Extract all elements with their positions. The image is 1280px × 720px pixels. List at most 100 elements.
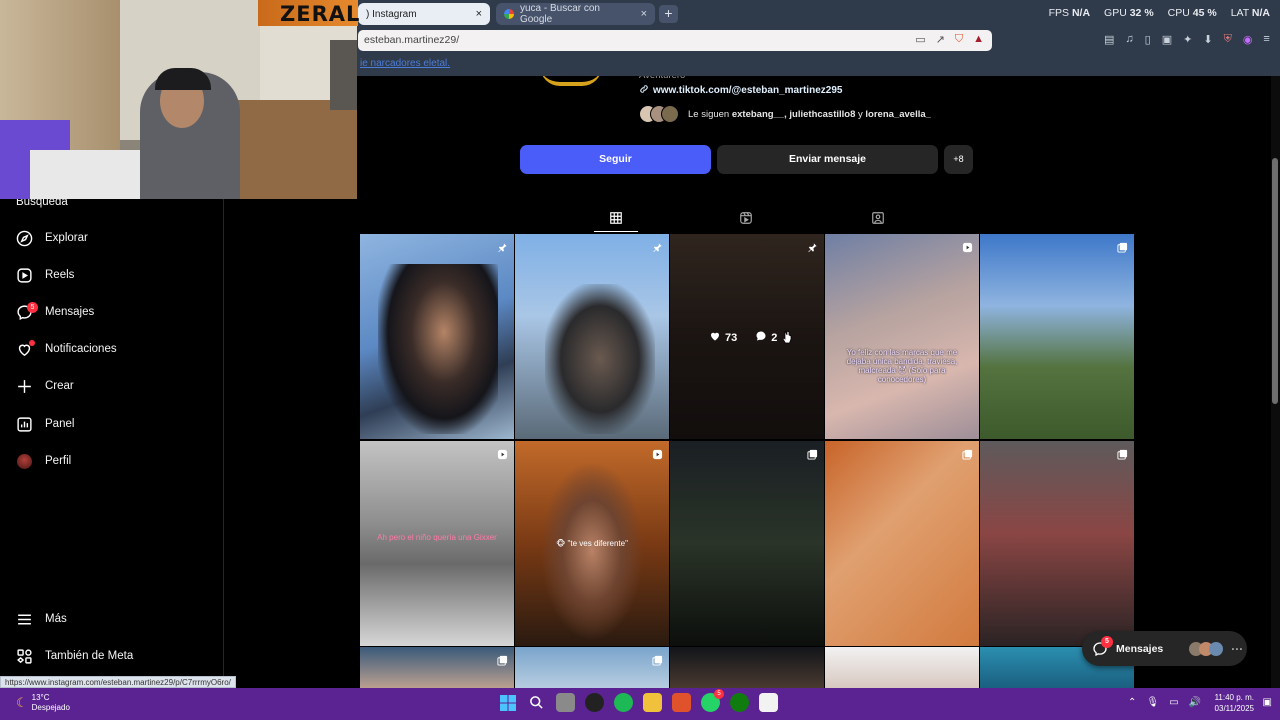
- follow-button[interactable]: Seguir: [520, 145, 711, 174]
- url-text: esteban.martinez29/: [364, 34, 460, 46]
- post-tile[interactable]: Ah pero el niño quería una Gixxer: [360, 441, 514, 646]
- webcam-overlay: [0, 0, 357, 199]
- music-icon[interactable]: ♫: [1125, 33, 1133, 46]
- dashboard-icon: [16, 416, 33, 433]
- post-hover-stats: 73 2: [709, 330, 777, 345]
- active-tab-indicator: [594, 231, 638, 232]
- search-icon[interactable]: [527, 693, 546, 712]
- weather-widget[interactable]: ☾ 13°C Despejado: [16, 693, 70, 713]
- tab-google-search[interactable]: yuca - Buscar con Google ×: [496, 3, 655, 25]
- share-icon[interactable]: ↗: [936, 33, 945, 46]
- microphone-icon[interactable]: 🎙: [1146, 697, 1159, 708]
- snipping-tool-icon[interactable]: [759, 693, 778, 712]
- suggested-accounts-button[interactable]: +8: [944, 145, 973, 174]
- sidebar-item-label: Explorar: [45, 232, 88, 244]
- sidebar-item-reels[interactable]: Reels: [16, 263, 74, 287]
- post-tile[interactable]: [980, 441, 1134, 646]
- vpn-shield-icon[interactable]: ⛨: [1224, 33, 1232, 46]
- address-bar[interactable]: esteban.martinez29/ ▭ ↗ ⛉ ▲: [358, 30, 992, 51]
- profile-external-link[interactable]: www.tiktok.com/@esteban_martinez295: [639, 84, 842, 97]
- post-tile[interactable]: [360, 647, 514, 688]
- notification-dot: [29, 339, 35, 346]
- tab-title: ) Instagram: [366, 8, 417, 20]
- spotify-icon[interactable]: [614, 693, 633, 712]
- tab-title: yuca - Buscar con Google: [519, 3, 600, 25]
- link-icon: [639, 84, 649, 97]
- post-tile[interactable]: [980, 234, 1134, 439]
- tab-instagram[interactable]: ) Instagram ×: [358, 3, 490, 25]
- followed-by[interactable]: Le siguen extebang__, juliethcastillo8 y…: [639, 105, 931, 123]
- link-text: www.tiktok.com/@esteban_martinez295: [653, 85, 843, 96]
- post-tile[interactable]: [515, 647, 669, 688]
- brave-rewards-icon[interactable]: ▲: [973, 33, 984, 46]
- send-message-button[interactable]: Enviar mensaje: [717, 145, 938, 174]
- bookmark-link[interactable]: ie narcadores eletal.: [360, 58, 450, 69]
- pin-icon: [807, 240, 818, 253]
- sidebar-item-messages[interactable]: 5 Mensajes: [16, 300, 94, 324]
- stream-brand-logo: ZERAL: [280, 2, 361, 26]
- whatsapp-icon[interactable]: 5: [701, 689, 724, 712]
- notifications-icon[interactable]: ▣: [1263, 697, 1272, 708]
- more-dots-icon: ···: [1231, 641, 1244, 656]
- close-tab-icon[interactable]: ×: [476, 8, 482, 20]
- reels-icon: [739, 211, 753, 230]
- sidebar-item-create[interactable]: Crear: [16, 374, 74, 398]
- sidebar-item-profile[interactable]: Perfil: [16, 449, 71, 473]
- wallet-icon[interactable]: ▣: [1162, 33, 1172, 46]
- sidebar-item-label: Panel: [45, 418, 75, 430]
- tab-posts[interactable]: [594, 208, 638, 232]
- post-tile[interactable]: [825, 647, 979, 688]
- post-tile[interactable]: [670, 441, 824, 646]
- unread-badge: 5: [714, 689, 724, 699]
- messages-label: Mensajes: [1116, 642, 1164, 655]
- sidebar-item-meta[interactable]: También de Meta: [16, 644, 133, 668]
- conversation-avatars: [1189, 641, 1224, 656]
- download-icon[interactable]: ⬇: [1203, 33, 1212, 46]
- likes-count: 73: [725, 331, 738, 344]
- post-caption: Ah pero el niño quería una Gixxer: [377, 533, 497, 542]
- task-view-icon[interactable]: [556, 693, 575, 712]
- post-tile[interactable]: [515, 234, 669, 439]
- obs-icon[interactable]: [585, 693, 604, 712]
- sidebar-item-more[interactable]: Más: [16, 607, 67, 631]
- new-tab-button[interactable]: +: [659, 5, 678, 23]
- heart-filled-icon: [709, 330, 721, 345]
- brave-shield-icon[interactable]: ⛉: [955, 33, 963, 46]
- carousel-icon: [962, 447, 973, 460]
- post-tile[interactable]: Yo feliz con las marcas que me dejaba ún…: [825, 234, 979, 439]
- tab-reels[interactable]: [724, 208, 768, 232]
- system-clock[interactable]: 11:40 p. m. 03/11/2025: [1215, 692, 1254, 714]
- puzzle-extensions-icon[interactable]: ✦: [1183, 33, 1192, 46]
- xbox-icon[interactable]: [730, 693, 749, 712]
- post-tile[interactable]: [670, 647, 824, 688]
- tab-tagged[interactable]: [856, 208, 900, 232]
- post-tile[interactable]: [825, 441, 979, 646]
- unread-badge: 5: [27, 301, 38, 313]
- add-person-icon: +8: [953, 154, 964, 164]
- post-tile[interactable]: 🐵 "te ves diferente": [515, 441, 669, 646]
- brave-browser-icon[interactable]: [672, 693, 691, 712]
- close-tab-icon[interactable]: ×: [641, 8, 647, 20]
- messages-floating-button[interactable]: 5 Mensajes ···: [1082, 631, 1247, 666]
- pin-icon: [652, 240, 663, 253]
- sidebar-item-dashboard[interactable]: Panel: [16, 412, 74, 436]
- sidebar-toggle-icon[interactable]: ▤: [1104, 33, 1114, 46]
- reading-list-icon[interactable]: ▯: [1145, 33, 1151, 46]
- network-icon[interactable]: ▭: [1169, 697, 1178, 708]
- post-tile[interactable]: [360, 234, 514, 439]
- sidebar-item-explore[interactable]: Explorar: [16, 226, 88, 250]
- screen-cast-icon[interactable]: ▭: [915, 33, 925, 46]
- chevron-up-icon[interactable]: ⌃: [1128, 697, 1136, 708]
- brave-leo-icon[interactable]: ◉: [1243, 33, 1253, 46]
- scrollbar-thumb[interactable]: [1272, 158, 1278, 404]
- comment-filled-icon: [755, 330, 767, 345]
- file-explorer-icon[interactable]: [643, 693, 662, 712]
- sidebar-item-label: Notificaciones: [45, 343, 117, 355]
- sidebar-item-notifications[interactable]: Notificaciones: [16, 337, 117, 361]
- reels-icon: [16, 267, 33, 284]
- sidebar-item-label: Crear: [45, 380, 74, 392]
- carousel-icon: [1117, 240, 1128, 253]
- windows-start-icon[interactable]: [498, 693, 517, 712]
- browser-menu-icon[interactable]: ≡: [1263, 33, 1269, 46]
- volume-icon[interactable]: 🔊: [1189, 697, 1201, 708]
